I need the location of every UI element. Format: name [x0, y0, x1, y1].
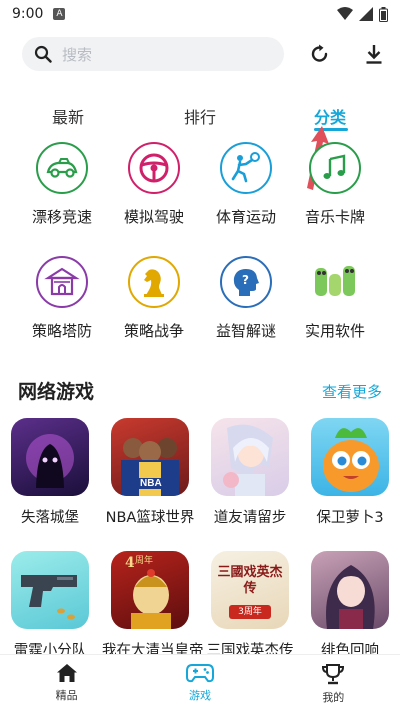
puzzle-head-icon: ? [220, 256, 272, 308]
game-item[interactable]: NBA NBA篮球世界 [102, 418, 198, 527]
sanguo-title-badge: 三國戏英杰传 [217, 565, 283, 596]
game-item[interactable]: 绯色回响 [302, 551, 398, 660]
pistol-icon [11, 551, 89, 629]
nav-games[interactable]: 游戏 [133, 655, 266, 710]
category-label: 策略塔防 [31, 322, 92, 340]
category-driving-sim[interactable]: 模拟驾驶 [109, 142, 199, 227]
game-item[interactable]: 失落城堡 [2, 418, 98, 527]
category-label: 实用软件 [304, 322, 365, 340]
carrot-icon [311, 418, 389, 496]
battery-icon [379, 6, 388, 22]
sports-icon [220, 142, 272, 194]
anniversary-badge: 周年 [135, 556, 154, 566]
category-sports[interactable]: 体育运动 [201, 142, 291, 227]
steering-wheel-icon [128, 142, 180, 194]
race-car-icon [36, 142, 88, 194]
download-icon [366, 45, 382, 64]
category-label: 策略战争 [123, 322, 184, 340]
home-icon [56, 664, 77, 682]
see-more-link[interactable]: 查看更多 [322, 381, 382, 402]
trophy-icon [322, 664, 345, 685]
top-tabs: 最新 排行 分类 [0, 98, 400, 132]
nav-label: 游戏 [188, 689, 211, 702]
refresh-icon [311, 44, 328, 62]
section-title: 网络游戏 [18, 381, 95, 403]
chess-knight-icon [128, 256, 180, 308]
game-item[interactable]: 三國戏英杰传 3周年 三国戏英杰传 [202, 551, 298, 660]
refresh-button[interactable] [306, 40, 334, 68]
tab-latest[interactable]: 最新 [52, 104, 84, 128]
nav-mine[interactable]: 我的 [267, 655, 400, 710]
search-row: 搜索 [22, 36, 392, 72]
wifi-icon [337, 7, 353, 20]
category-drift-racing[interactable]: 漂移竞速 [17, 142, 107, 227]
category-label: 体育运动 [215, 208, 276, 226]
svg-text:?: ? [242, 273, 249, 287]
game-item[interactable]: 4 周年 我在大清当皇帝 [102, 551, 204, 660]
category-music-cards[interactable]: 音乐卡牌 [290, 142, 380, 227]
daoyou-icon [211, 418, 289, 496]
download-button[interactable] [360, 40, 388, 68]
nba-icon: NBA [111, 418, 189, 496]
echo-icon [311, 551, 389, 629]
lost-castle-icon [11, 418, 89, 496]
category-utilities[interactable]: 实用软件 [290, 256, 380, 341]
category-tower-defense[interactable]: 策略塔防 [17, 256, 107, 341]
game-item[interactable]: 保卫萝卜3 [302, 418, 398, 527]
anniversary-badge: 3周年 [229, 605, 271, 619]
fortress-icon [36, 256, 88, 308]
game-name: 失落城堡 [21, 510, 79, 526]
category-label: 益智解谜 [215, 322, 276, 340]
nba-badge: NBA [138, 478, 164, 489]
category-label: 模拟驾驶 [123, 208, 184, 226]
qing-emperor-icon: 4 周年 [111, 551, 189, 629]
music-note-icon [309, 142, 361, 194]
app-mascot-icon [309, 256, 361, 308]
category-label: 音乐卡牌 [304, 208, 365, 226]
search-input[interactable]: 搜索 [22, 37, 284, 71]
status-time: 9:00 [12, 6, 44, 22]
status-bar: 9:00 A [0, 0, 400, 28]
category-label: 漂移竞速 [31, 208, 92, 226]
game-name: 道友请留步 [213, 510, 287, 526]
game-name: NBA篮球世界 [105, 510, 195, 526]
category-puzzle[interactable]: ? 益智解谜 [201, 256, 291, 341]
sanguo-icon: 三國戏英杰传 3周年 [211, 551, 289, 629]
bottom-nav: 精品 游戏 我的 [0, 654, 400, 710]
notification-a-icon: A [53, 8, 66, 20]
tab-ranking[interactable]: 排行 [184, 104, 216, 128]
game-name: 保卫萝卜3 [316, 510, 384, 526]
status-icons [337, 6, 388, 22]
signal-icon [359, 7, 373, 21]
nav-label: 精品 [55, 689, 78, 702]
search-placeholder: 搜索 [62, 45, 93, 64]
nav-label: 我的 [322, 691, 345, 704]
search-icon [34, 45, 52, 63]
game-item[interactable]: 道友请留步 [202, 418, 298, 527]
category-strategy-war[interactable]: 策略战争 [109, 256, 199, 341]
gamepad-icon [185, 664, 214, 683]
nav-featured[interactable]: 精品 [0, 655, 133, 710]
game-item[interactable]: 雷霆小分队 [2, 551, 98, 660]
svg-text:4: 4 [125, 555, 135, 571]
